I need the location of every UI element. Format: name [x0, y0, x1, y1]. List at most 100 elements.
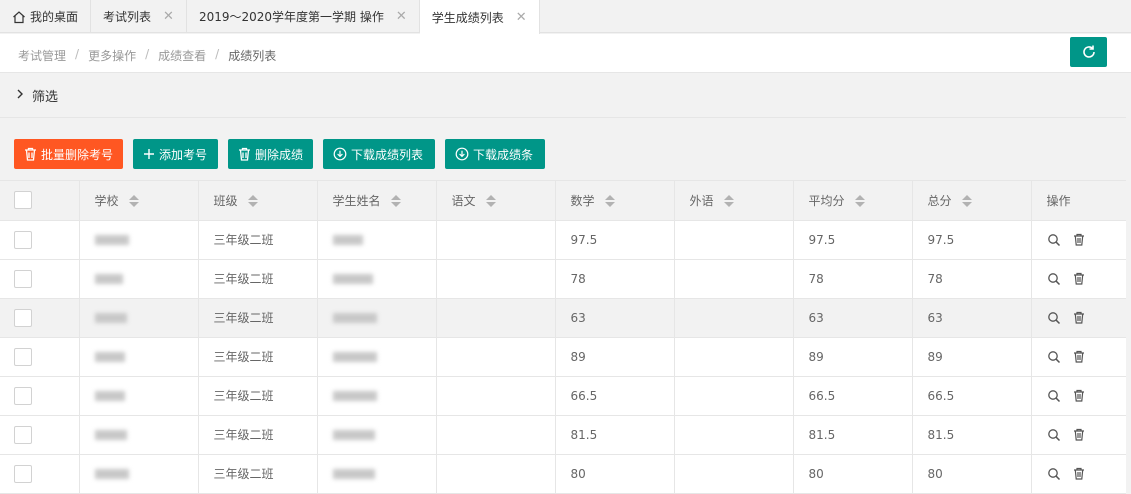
sort-icon[interactable] — [604, 195, 615, 208]
trash-icon[interactable] — [1073, 350, 1085, 363]
table-row[interactable]: 三年级二班 78 78 78 — [0, 259, 1126, 299]
search-icon[interactable] — [1047, 311, 1061, 325]
search-icon[interactable] — [1047, 467, 1061, 481]
table-row[interactable]: 三年级二班 66.5 66.5 66.5 — [0, 376, 1126, 416]
batch-delete-button[interactable]: 批量删除考号 — [14, 139, 123, 169]
breadcrumb-item[interactable]: 成绩查看 — [158, 47, 206, 64]
sort-icon[interactable] — [854, 195, 865, 208]
close-icon[interactable]: ✕ — [396, 9, 407, 24]
table-row[interactable]: 三年级二班 97.5 97.5 97.5 — [0, 220, 1126, 260]
chinese-score-cell — [436, 454, 556, 494]
sort-icon[interactable] — [485, 195, 496, 208]
search-icon[interactable] — [1047, 272, 1061, 286]
student-name-cell — [317, 220, 437, 260]
column-header[interactable]: 外语 — [674, 181, 794, 221]
table-header-row: 学校 班级 学生姓名 语文 数学 外语 平均分 总分 操作 — [0, 181, 1126, 221]
student-name-cell — [317, 298, 437, 338]
trash-icon[interactable] — [1073, 467, 1085, 480]
total-score-cell: 66.5 — [912, 376, 1032, 416]
scores-table-wrap: 学校 班级 学生姓名 语文 数学 外语 平均分 总分 操作 三年级二班 97.5 97.5 97.5 三… — [0, 180, 1126, 494]
trash-icon[interactable] — [1073, 272, 1085, 285]
search-icon[interactable] — [1047, 428, 1061, 442]
row-select-cell — [0, 337, 80, 377]
select-all-checkbox[interactable] — [14, 191, 32, 210]
class-cell: 三年级二班 — [198, 415, 318, 455]
trash-icon[interactable] — [1073, 389, 1085, 402]
column-header[interactable]: 平均分 — [793, 181, 913, 221]
download-circle-icon — [333, 147, 347, 161]
search-icon[interactable] — [1047, 350, 1061, 364]
row-checkbox[interactable] — [14, 464, 32, 483]
tab-item[interactable]: 我的桌面 — [0, 0, 92, 33]
school-cell — [79, 415, 199, 455]
tab-item[interactable]: 学生成绩列表 ✕ — [419, 0, 540, 34]
table-row[interactable]: 三年级二班 89 89 89 — [0, 337, 1126, 377]
row-checkbox[interactable] — [14, 308, 32, 327]
close-icon[interactable]: ✕ — [516, 10, 527, 25]
math-score-cell: 97.5 — [555, 220, 675, 260]
breadcrumb-item[interactable]: 更多操作 — [88, 47, 136, 64]
column-header[interactable]: 班级 — [198, 181, 318, 221]
trash-icon[interactable] — [1073, 311, 1085, 324]
operations-cell — [1031, 376, 1126, 416]
breadcrumb-separator: / — [75, 47, 80, 61]
download-list-label: 下载成绩列表 — [351, 147, 424, 162]
row-actions — [1047, 233, 1111, 247]
table-row[interactable]: 三年级二班 63 63 63 — [0, 298, 1126, 338]
filter-label: 筛选 — [32, 90, 59, 105]
column-header[interactable]: 语文 — [436, 181, 556, 221]
filter-toggle[interactable]: 筛选 — [0, 74, 1126, 118]
row-actions — [1047, 467, 1111, 481]
delete-scores-button[interactable]: 删除成绩 — [228, 139, 313, 169]
class-cell: 三年级二班 — [198, 259, 318, 299]
row-checkbox[interactable] — [14, 269, 32, 288]
trash-icon[interactable] — [1073, 428, 1085, 441]
average-score-cell: 66.5 — [793, 376, 913, 416]
sort-icon[interactable] — [128, 195, 139, 208]
delete-scores-label: 删除成绩 — [254, 147, 303, 162]
tab-item[interactable]: 2019～2020学年度第一学期 操作 ✕ — [187, 0, 420, 33]
table-row[interactable]: 三年级二班 81.5 81.5 81.5 — [0, 415, 1126, 455]
sort-icon[interactable] — [961, 195, 972, 208]
class-cell: 三年级二班 — [198, 220, 318, 260]
sort-icon[interactable] — [247, 195, 258, 208]
sort-icon[interactable] — [390, 195, 401, 208]
search-icon[interactable] — [1047, 233, 1061, 247]
column-header[interactable]: 总分 — [912, 181, 1032, 221]
school-cell — [79, 220, 199, 260]
close-icon[interactable]: ✕ — [163, 9, 174, 24]
add-exam-no-label: 添加考号 — [159, 147, 208, 162]
table-row[interactable]: 三年级二班 80 80 80 — [0, 454, 1126, 494]
column-header-label: 平均分 — [808, 193, 845, 208]
row-checkbox[interactable] — [14, 230, 32, 249]
tab-item[interactable]: 考试列表 ✕ — [91, 0, 187, 33]
download-list-button[interactable]: 下载成绩列表 — [323, 139, 435, 169]
refresh-icon — [1082, 45, 1095, 58]
operations-cell — [1031, 259, 1126, 299]
chinese-score-cell — [436, 259, 556, 299]
redacted-text — [332, 274, 373, 284]
trash-icon[interactable] — [1073, 233, 1085, 246]
breadcrumb-item[interactable]: 考试管理 — [18, 47, 66, 64]
refresh-button[interactable] — [1070, 37, 1107, 67]
column-header[interactable]: 学校 — [79, 181, 199, 221]
column-header[interactable]: 数学 — [555, 181, 675, 221]
chinese-score-cell — [436, 220, 556, 260]
row-select-cell — [0, 259, 80, 299]
search-icon[interactable] — [1047, 389, 1061, 403]
sort-icon[interactable] — [723, 195, 734, 208]
row-actions — [1047, 272, 1111, 286]
breadcrumb: 考试管理 / 更多操作 / 成绩查看 / 成绩列表 — [18, 47, 276, 64]
english-score-cell — [674, 220, 794, 260]
row-checkbox[interactable] — [14, 347, 32, 366]
operations-cell — [1031, 220, 1126, 260]
column-header-label: 总分 — [927, 193, 952, 208]
school-cell — [79, 337, 199, 377]
school-cell — [79, 376, 199, 416]
row-checkbox[interactable] — [14, 425, 32, 444]
add-exam-no-button[interactable]: 添加考号 — [133, 139, 218, 169]
column-header[interactable]: 学生姓名 — [317, 181, 437, 221]
download-slips-button[interactable]: 下载成绩条 — [445, 139, 545, 169]
row-checkbox[interactable] — [14, 386, 32, 405]
batch-delete-label: 批量删除考号 — [40, 147, 113, 162]
